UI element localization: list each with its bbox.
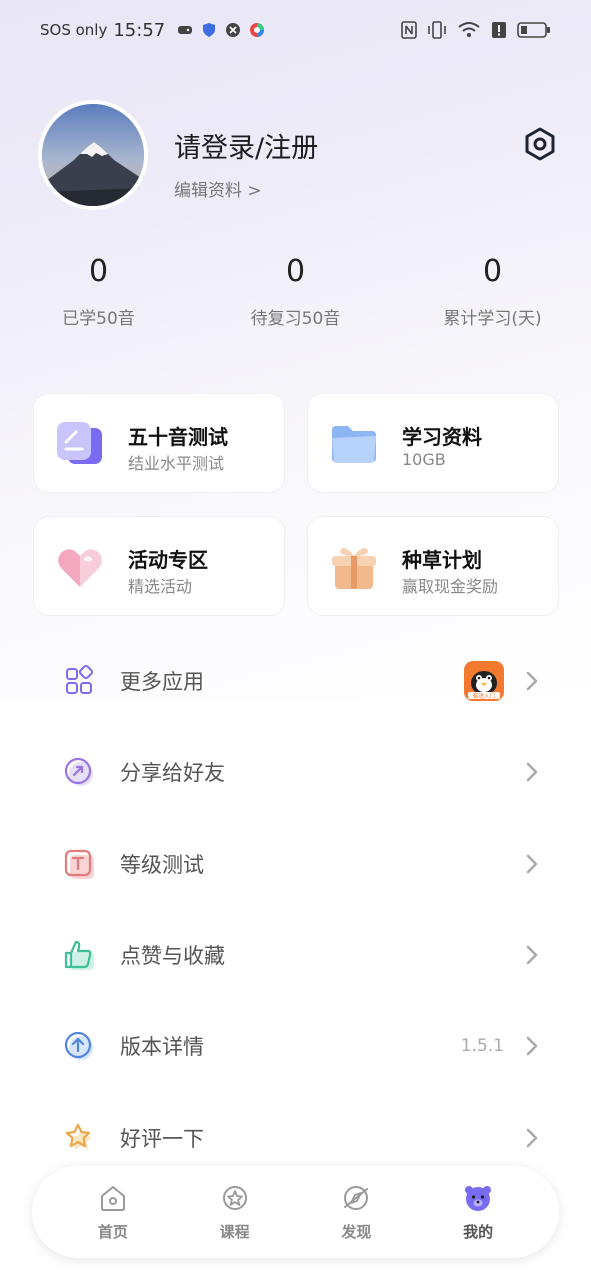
course-star-icon [222,1185,247,1210]
card-subtitle: 赢取现金奖励 [402,577,499,596]
menu-label: 等级测试 [120,853,204,877]
chevron-right-icon [526,671,538,691]
settings-hexagon-icon[interactable] [522,126,558,162]
stat-review[interactable]: 0 待复习50音 [197,252,394,329]
stats-row: 0 已学50音 0 待复习50音 0 累计学习(天) [0,252,591,329]
card-subtitle: 10GB [402,450,446,469]
discover-compass-icon [344,1185,369,1210]
version-upload-icon [64,1031,93,1060]
menu-label: 版本详情 [120,1035,204,1059]
korean-app-badge[interactable]: 韩语入门 [464,661,504,701]
menu-item-more-apps[interactable]: 更多应用 韩语入门 [62,651,542,711]
version-number: 1.5.1 [460,1036,504,1056]
clock-time: 15:57 [113,19,166,41]
avatar[interactable] [38,100,148,210]
menu-label: 好评一下 [120,1127,204,1151]
menu-item-likes-favorites[interactable]: 点赞与收藏 [62,925,542,985]
menu-label: 点赞与收藏 [120,944,225,968]
login-register-link[interactable]: 请登录/注册 [174,126,318,165]
stat-value: 0 [285,254,306,289]
chevron-right-icon [526,854,538,874]
card-title: 学习资料 [402,425,482,449]
menu-label: 更多应用 [120,670,204,694]
thumbs-up-icon [64,940,94,970]
nav-label: 首页 [97,1222,128,1241]
apps-grid-icon [66,664,94,694]
stat-label: 累计学习(天) [443,309,542,329]
bear-avatar-icon [465,1185,492,1211]
menu-item-share[interactable]: 分享给好友 [62,742,542,802]
nav-tab-discover[interactable]: 发现 [311,1183,401,1242]
card-title: 活动专区 [128,548,208,572]
stat-value: 0 [88,254,109,289]
penguin-app-icon: 韩语入门 [464,661,504,701]
chevron-right-icon [526,762,538,782]
share-icon [64,757,93,786]
stat-label: 已学50音 [62,309,135,329]
nav-tab-mine[interactable]: 我的 [433,1183,523,1242]
menu-item-rate[interactable]: 好评一下 [62,1108,542,1168]
game-controller-icon [178,26,193,34]
card-study-materials[interactable]: 学习资料 10GB [307,393,559,493]
nfc-icon [401,21,417,39]
wifi-icon [458,22,480,37]
battery-icon [517,22,550,38]
heart-icon [58,549,102,587]
mountain-avatar-image [42,104,144,206]
nav-label: 我的 [463,1222,494,1241]
edit-profile-link[interactable]: 编辑资料 > [174,176,262,201]
home-icon [100,1185,125,1211]
vibrate-icon [428,21,446,39]
card-subtitle: 精选活动 [128,577,193,596]
colorful-app-icon [250,23,265,37]
menu-label: 分享给好友 [120,761,225,785]
stat-learned[interactable]: 0 已学50音 [0,252,197,329]
carrier-text: SOS only [40,21,108,39]
status-bar: SOS only 15:57 [0,0,591,60]
profile-header: 请登录/注册 编辑资料 > [38,100,558,212]
card-seeding-plan[interactable]: 种草计划 赢取现金奖励 [307,516,559,616]
menu-item-version[interactable]: 版本详情 1.5.1 [62,1016,542,1076]
bottom-navigation: 首页 课程 发现 我的 [32,1166,559,1258]
test-card-icon [57,422,102,464]
stat-value: 0 [482,254,503,289]
nav-tab-course[interactable]: 课程 [190,1183,280,1242]
level-test-icon [64,849,94,879]
block-icon [226,23,241,37]
star-icon [65,1123,92,1150]
card-title: 种草计划 [402,548,482,572]
chevron-right-icon [526,1036,538,1056]
nav-label: 课程 [219,1222,250,1241]
gift-icon [332,547,376,589]
card-subtitle: 结业水平测试 [128,454,225,473]
folder-icon [332,426,376,463]
card-kana-test[interactable]: 五十音测试 结业水平测试 [33,393,285,493]
card-title: 五十音测试 [128,425,228,449]
shield-icon [203,23,216,37]
stat-label: 待复习50音 [250,309,341,329]
stat-days[interactable]: 0 累计学习(天) [394,252,591,329]
nav-label: 发现 [341,1222,372,1241]
chevron-right-icon [526,1128,538,1148]
alert-icon [492,22,506,38]
menu-item-level-test[interactable]: 等级测试 [62,834,542,894]
badge-text: 韩语入门 [473,692,495,700]
card-activities[interactable]: 活动专区 精选活动 [33,516,285,616]
chevron-right-icon [526,945,538,965]
nav-tab-home[interactable]: 首页 [68,1183,158,1242]
